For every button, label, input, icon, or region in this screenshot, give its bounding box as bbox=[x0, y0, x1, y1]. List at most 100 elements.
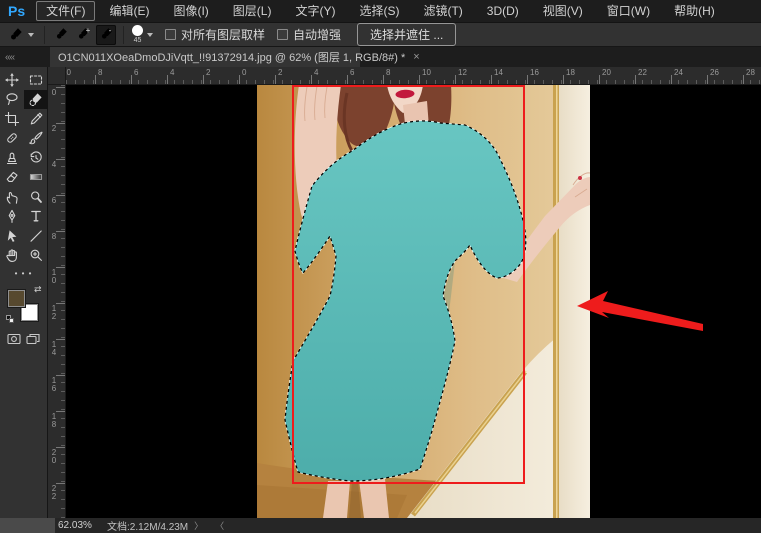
menu-视图[interactable]: 视图(V) bbox=[533, 1, 593, 21]
menu-bar: Ps 文件(F) 编辑(E) 图像(I) 图层(L) 文字(Y) 选择(S) 滤镜(T) 3D… bbox=[0, 0, 761, 23]
menu-3D[interactable]: 3D(D) bbox=[477, 1, 529, 21]
ruler-label: 6 bbox=[134, 68, 139, 77]
tool-preset-picker[interactable] bbox=[6, 26, 38, 44]
ruler-label: 26 bbox=[710, 68, 719, 77]
horizontal-ruler[interactable]: 10 8 6 4 2 0 2 4 6 8 10 12 14 16 18 20 22 24 26 28 bbox=[48, 67, 761, 85]
edit-toolbar-icon[interactable]: • • • bbox=[0, 269, 47, 278]
status-chevron-right[interactable]: 〉 bbox=[188, 519, 209, 532]
pen-tool[interactable] bbox=[0, 207, 24, 227]
ruler-origin-corner[interactable] bbox=[48, 67, 66, 85]
close-icon[interactable]: × bbox=[413, 51, 419, 63]
ruler-label: 6 bbox=[51, 196, 57, 205]
new-selection-mode-button[interactable] bbox=[52, 25, 72, 45]
eraser-tool[interactable] bbox=[0, 168, 24, 188]
subtract-from-selection-mode-button[interactable]: - bbox=[96, 24, 116, 45]
document-tab-bar: «« O1CN011XOeaDmoDJiVqtt_!!91372914.jpg … bbox=[0, 47, 761, 67]
brush-tool[interactable] bbox=[24, 129, 48, 149]
menu-窗口[interactable]: 窗口(W) bbox=[597, 1, 660, 21]
tool-options-bar: + - 45 对所有图层取样 自动增强 选择并遮住 ... bbox=[0, 23, 761, 47]
menu-文件[interactable]: 文件(F) bbox=[36, 1, 96, 21]
ruler-label: 2 bbox=[206, 68, 211, 77]
brush-size-picker[interactable]: 45 bbox=[132, 25, 143, 44]
quick-selection-icon bbox=[10, 27, 23, 43]
ruler-label: 4 bbox=[170, 68, 175, 77]
ruler-label: 18 bbox=[566, 68, 575, 77]
history-brush-tool[interactable] bbox=[24, 148, 48, 168]
vertical-ruler[interactable]: 024681012141618202224 bbox=[48, 85, 66, 518]
menu-帮助[interactable]: 帮助(H) bbox=[664, 1, 725, 21]
ruler-label: 28 bbox=[746, 68, 755, 77]
gradient-tool[interactable] bbox=[24, 168, 48, 188]
chevron-down-icon bbox=[147, 32, 153, 37]
default-colors-icon[interactable] bbox=[5, 315, 14, 323]
quick-mask-icon[interactable] bbox=[7, 332, 21, 350]
status-bar: 62.03% 文档:2.12M/4.23M 〉 〈 bbox=[0, 518, 761, 533]
ruler-label: 4 bbox=[51, 160, 57, 169]
sample-all-layers-checkbox[interactable] bbox=[165, 29, 176, 40]
screen-mode-icon[interactable] bbox=[26, 332, 40, 350]
move-tool[interactable] bbox=[0, 70, 24, 90]
spot-healing-tool[interactable] bbox=[0, 129, 24, 149]
foreground-color-swatch[interactable] bbox=[6, 289, 26, 308]
menu-文字[interactable]: 文字(Y) bbox=[285, 1, 345, 21]
document-tab-title: O1CN011XOeaDmoDJiVqtt_!!91372914.jpg @ 6… bbox=[58, 52, 406, 64]
ruler-label: 8 bbox=[98, 68, 103, 77]
ruler-label: 14 bbox=[51, 340, 57, 357]
marquee-tool[interactable] bbox=[24, 70, 48, 90]
ruler-label: 20 bbox=[51, 448, 57, 465]
plus-mark: + bbox=[85, 26, 91, 35]
collapse-panels-icon[interactable]: «« bbox=[5, 52, 15, 63]
add-to-selection-mode-button[interactable]: + bbox=[74, 25, 94, 45]
status-corner bbox=[0, 518, 55, 533]
path-selection-tool[interactable] bbox=[0, 226, 24, 246]
ruler-label: 22 bbox=[638, 68, 647, 77]
chevron-down-icon bbox=[28, 32, 34, 37]
color-swatches: ⇄ bbox=[5, 284, 42, 323]
eyedropper-tool[interactable] bbox=[24, 109, 48, 129]
status-chevron-left[interactable]: 〈 bbox=[209, 519, 230, 532]
zoom-level-field[interactable]: 62.03% bbox=[55, 520, 107, 531]
menu-滤镜[interactable]: 滤镜(T) bbox=[413, 1, 472, 21]
lasso-tool[interactable] bbox=[0, 90, 24, 110]
ruler-label: 12 bbox=[51, 304, 57, 321]
line-tool[interactable] bbox=[24, 226, 48, 246]
swap-colors-icon[interactable]: ⇄ bbox=[34, 284, 42, 295]
menu-图层[interactable]: 图层(L) bbox=[223, 1, 282, 21]
minus-mark: - bbox=[108, 26, 112, 35]
quick-selection-tool[interactable] bbox=[24, 89, 48, 109]
select-and-mask-button[interactable]: 选择并遮住 ... bbox=[357, 23, 457, 46]
ruler-label: 4 bbox=[314, 68, 319, 77]
auto-enhance-checkbox[interactable] bbox=[277, 29, 289, 40]
tools-panel: • • • ⇄ bbox=[0, 67, 48, 518]
dodge-tool[interactable] bbox=[24, 187, 48, 207]
ruler-label: 0 bbox=[242, 68, 247, 77]
ruler-label: 16 bbox=[530, 68, 539, 77]
sample-all-layers-label: 对所有图层取样 bbox=[181, 28, 266, 42]
ps-logo: Ps bbox=[8, 3, 26, 19]
ruler-label: 20 bbox=[602, 68, 611, 77]
ruler-label: 18 bbox=[51, 412, 57, 429]
document-canvas[interactable] bbox=[66, 85, 761, 518]
ruler-label: 24 bbox=[674, 68, 683, 77]
hand-tool[interactable] bbox=[0, 246, 24, 266]
menu-图像[interactable]: 图像(I) bbox=[163, 1, 218, 21]
photo-image bbox=[257, 85, 590, 518]
crop-tool[interactable] bbox=[0, 109, 24, 129]
ruler-label: 2 bbox=[278, 68, 283, 77]
type-tool[interactable] bbox=[24, 207, 48, 227]
ruler-label: 8 bbox=[386, 68, 391, 77]
ruler-label: 14 bbox=[494, 68, 503, 77]
document-tab[interactable]: O1CN011XOeaDmoDJiVqtt_!!91372914.jpg @ 6… bbox=[50, 47, 420, 67]
ruler-label: 10 bbox=[51, 268, 57, 285]
smudge-tool[interactable] bbox=[0, 187, 24, 207]
zoom-tool[interactable] bbox=[24, 246, 48, 266]
ruler-label: 16 bbox=[51, 376, 57, 393]
canvas-area[interactable] bbox=[66, 85, 761, 518]
annotation-arrow bbox=[577, 291, 703, 331]
menu-编辑[interactable]: 编辑(E) bbox=[99, 1, 159, 21]
ruler-label: 22 bbox=[51, 484, 57, 501]
clone-stamp-tool[interactable] bbox=[0, 148, 24, 168]
menu-选择[interactable]: 选择(S) bbox=[349, 1, 409, 21]
ruler-label: 0 bbox=[51, 88, 57, 97]
brush-size-value: 45 bbox=[133, 37, 142, 44]
